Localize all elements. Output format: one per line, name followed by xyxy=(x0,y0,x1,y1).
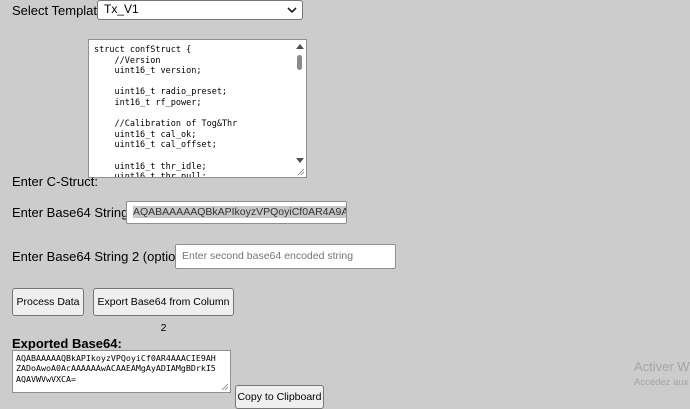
template-select[interactable]: Tx_V1 xyxy=(97,0,303,20)
copy-to-clipboard-button[interactable]: Copy to Clipboard xyxy=(235,385,324,409)
exported-base64-label: Exported Base64: xyxy=(12,336,122,351)
scroll-down-arrow-icon[interactable] xyxy=(296,158,304,163)
activation-watermark-title: Activer W xyxy=(634,359,690,374)
cstruct-scrollbar[interactable] xyxy=(294,40,306,177)
base64-1-input[interactable]: AQABAAAAAQBkAPIkoyzVPQoyiCf0AR4A9AGIE9 xyxy=(126,201,347,224)
cstruct-textarea[interactable]: struct confStruct { //Version uint16_t v… xyxy=(88,39,307,178)
exported-base64-value: AQABAAAAAQBkAPIkoyzVPQoyiCf0AR4AAACIE9AH… xyxy=(16,353,216,384)
resize-grip-icon[interactable] xyxy=(297,168,305,176)
base64-1-value: AQABAAAAAQBkAPIkoyzVPQoyiCf0AR4A9AGIE9 xyxy=(133,206,346,218)
chevron-down-icon xyxy=(287,7,297,14)
base64-2-label: Enter Base64 String 2 (optional): xyxy=(12,249,201,264)
export-base64-button[interactable]: Export Base64 from Column 2 xyxy=(93,288,234,334)
resize-grip-icon[interactable] xyxy=(221,383,229,391)
scroll-thumb[interactable] xyxy=(297,55,302,70)
cstruct-code: struct confStruct { //Version uint16_t v… xyxy=(94,45,238,178)
base64-1-label: Enter Base64 String 1: xyxy=(12,205,143,220)
template-select-value: Tx_V1 xyxy=(104,2,139,16)
exported-base64-textarea[interactable]: AQABAAAAAQBkAPIkoyzVPQoyiCf0AR4AAACIE9AH… xyxy=(12,350,231,393)
process-data-button[interactable]: Process Data xyxy=(12,288,84,316)
activation-watermark-subtitle: Accédez aux xyxy=(634,377,689,388)
cstruct-label: Enter C-Struct: xyxy=(12,174,98,189)
base64-2-placeholder: Enter second base64 encoded string xyxy=(182,250,354,262)
scroll-up-arrow-icon[interactable] xyxy=(296,44,304,49)
select-template-label: Select Template: xyxy=(12,3,108,18)
base64-2-input[interactable]: Enter second base64 encoded string xyxy=(175,244,396,269)
